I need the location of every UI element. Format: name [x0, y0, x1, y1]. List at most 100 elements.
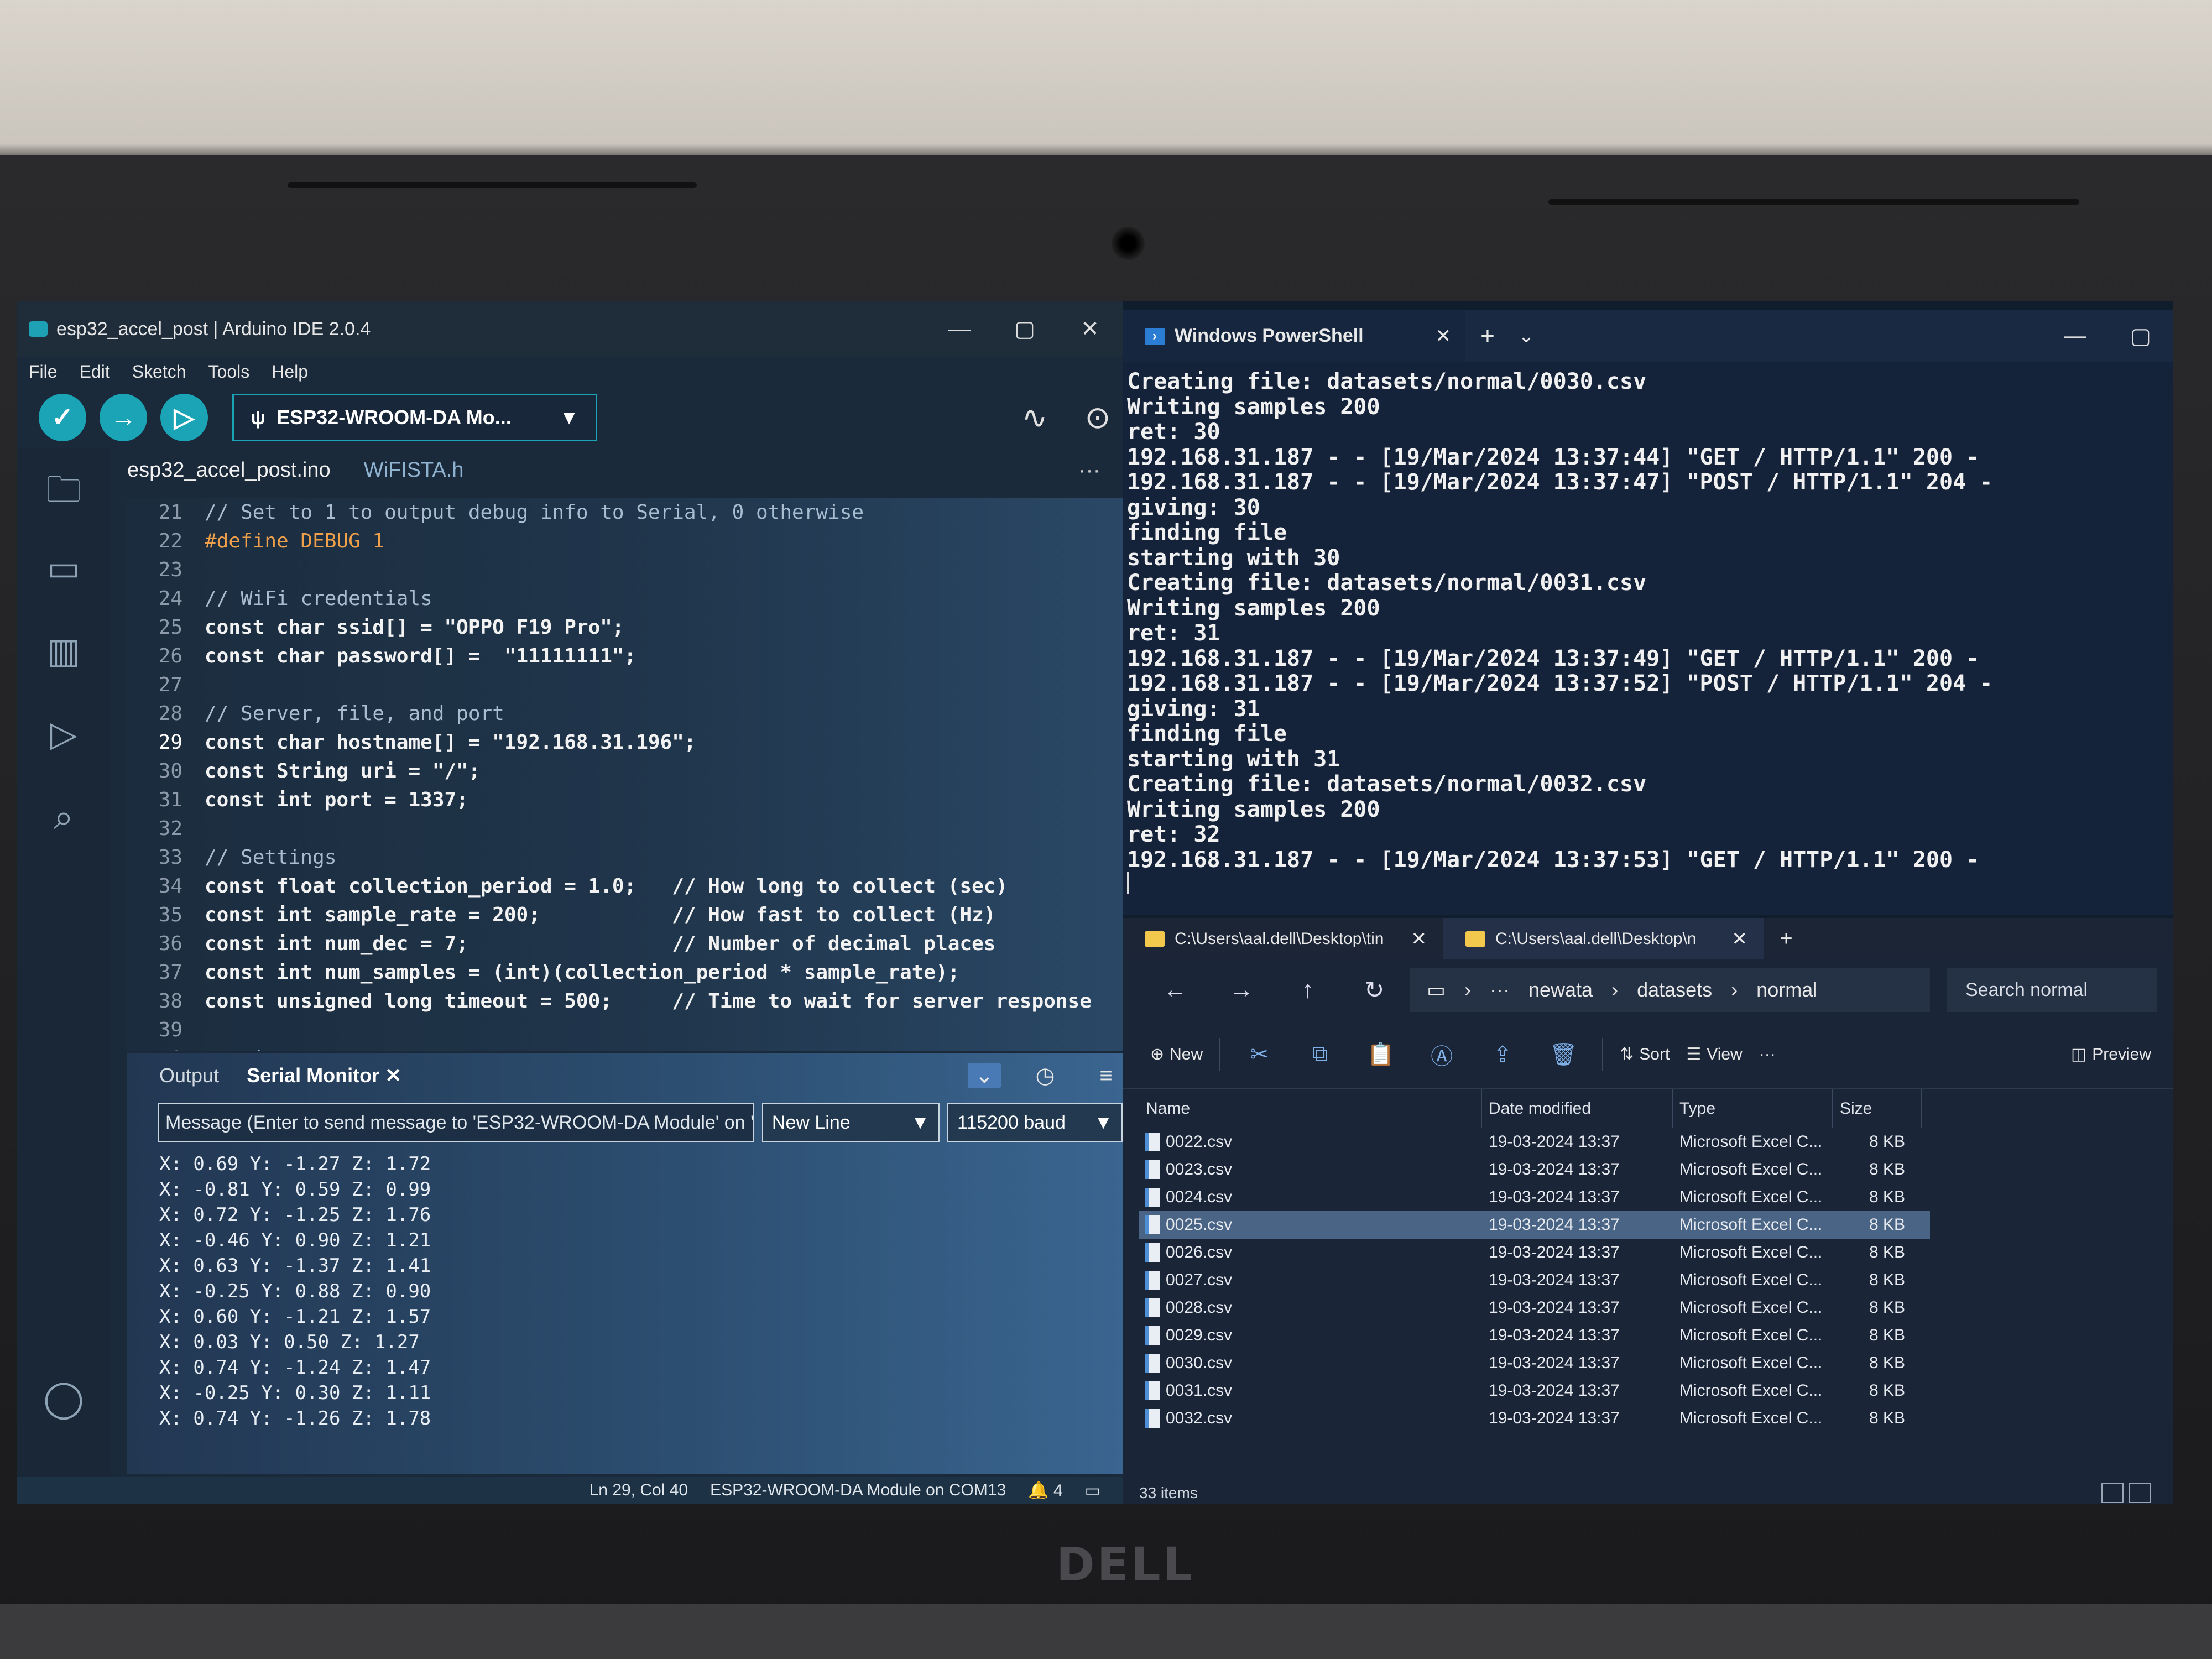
code-line[interactable]: 28 // Server, file, and port: [127, 699, 1123, 728]
file-row[interactable]: 0028.csv 19-03-2024 13:37 Microsoft Excel …: [1139, 1294, 2173, 1322]
close-icon[interactable]: ✕: [1732, 928, 1748, 950]
new-button[interactable]: ⊕ New: [1150, 1045, 1203, 1064]
header-date-modified[interactable]: Date modified: [1482, 1089, 1673, 1128]
boards-manager-icon[interactable]: ▭: [36, 547, 91, 592]
search-icon[interactable]: ⌕: [36, 796, 91, 841]
timestamp-icon[interactable]: ◷: [1029, 1063, 1062, 1088]
upload-button[interactable]: →: [100, 394, 147, 441]
explorer-tab-1[interactable]: C:\Users\aal.dell\Desktop\tin ✕: [1123, 918, 1443, 959]
code-line[interactable]: 32: [127, 814, 1123, 843]
rename-icon[interactable]: Ⓐ: [1420, 1039, 1464, 1071]
breadcrumb-more[interactable]: ···: [1490, 978, 1510, 1001]
header-type[interactable]: Type: [1673, 1089, 1833, 1128]
code-line[interactable]: 35 const int sample_rate = 200; // How fa…: [127, 900, 1123, 929]
up-button[interactable]: ↑: [1277, 976, 1338, 1004]
tab-wifista[interactable]: WiFISTA.h: [364, 458, 464, 482]
menu-file[interactable]: File: [29, 362, 58, 382]
share-icon[interactable]: ⇪: [1480, 1042, 1525, 1067]
code-line[interactable]: 24 // WiFi credentials: [127, 584, 1123, 613]
serial-message-input[interactable]: Message (Enter to send message to 'ESP32…: [158, 1103, 754, 1142]
new-tab-button[interactable]: +: [1764, 926, 1808, 951]
code-line[interactable]: 25 const char ssid[] = "OPPO F19 Pro";: [127, 613, 1123, 641]
clear-output-icon[interactable]: ≡: [1089, 1063, 1123, 1088]
close-icon[interactable]: ✕: [1411, 928, 1427, 950]
header-name[interactable]: Name: [1139, 1089, 1482, 1128]
minimize-button[interactable]: —: [2043, 324, 2108, 348]
line-ending-select[interactable]: New Line ▼: [761, 1103, 940, 1142]
board-selector[interactable]: ψ ESP32-WROOM-DA Mo... ▼: [232, 394, 597, 441]
code-line[interactable]: 29 const char hostname[] = "192.168.31.19…: [127, 728, 1123, 757]
menu-help[interactable]: Help: [272, 362, 308, 382]
code-line[interactable]: 37 const int num_samples = (int)(collecti…: [127, 958, 1123, 987]
view-button[interactable]: ☰ View: [1686, 1045, 1742, 1064]
breadcrumb-datasets[interactable]: datasets: [1637, 978, 1712, 1001]
delete-icon[interactable]: 🗑: [1541, 1041, 1585, 1067]
menu-sketch[interactable]: Sketch: [132, 362, 186, 382]
tab-windows-powershell[interactable]: › Windows PowerShell ✕: [1123, 310, 1465, 362]
file-row[interactable]: 0027.csv 19-03-2024 13:37 Microsoft Excel …: [1139, 1266, 2173, 1294]
breadcrumb-normal[interactable]: normal: [1756, 978, 1817, 1001]
maximize-button[interactable]: ▢: [2108, 324, 2173, 349]
code-line[interactable]: 36 const int num_dec = 7; // Number of de…: [127, 929, 1123, 958]
chevron-down-icon[interactable]: ⌄: [1510, 325, 1543, 347]
file-row[interactable]: 0024.csv 19-03-2024 13:37 Microsoft Excel …: [1139, 1183, 2173, 1211]
code-line[interactable]: 39: [127, 1015, 1123, 1044]
breadcrumb-newata[interactable]: newata: [1528, 978, 1593, 1001]
code-line[interactable]: 23: [127, 555, 1123, 584]
notifications-count[interactable]: 🔔 4: [1028, 1481, 1062, 1500]
verify-button[interactable]: ✓: [39, 394, 86, 441]
sort-button[interactable]: ⇅ Sort: [1620, 1045, 1670, 1064]
board-port-status[interactable]: ESP32-WROOM-DA Module on COM13: [710, 1481, 1006, 1500]
tiles-view-icon[interactable]: [2129, 1483, 2151, 1503]
file-row[interactable]: 0029.csv 19-03-2024 13:37 Microsoft Excel …: [1139, 1322, 2173, 1349]
file-row[interactable]: 0023.csv 19-03-2024 13:37 Microsoft Excel …: [1139, 1156, 2173, 1183]
preview-button[interactable]: ◫ Preview: [2071, 1045, 2151, 1064]
header-size[interactable]: Size: [1833, 1089, 1922, 1128]
file-row[interactable]: 0026.csv 19-03-2024 13:37 Microsoft Excel …: [1139, 1239, 2173, 1266]
maximize-button[interactable]: ▢: [992, 316, 1057, 342]
autoscroll-icon[interactable]: ⌄: [968, 1063, 1001, 1088]
tab-output[interactable]: Output: [159, 1064, 219, 1087]
file-row[interactable]: 0031.csv 19-03-2024 13:37 Microsoft Excel …: [1139, 1377, 2173, 1405]
cut-icon[interactable]: ✂: [1237, 1042, 1281, 1067]
close-button[interactable]: ✕: [1057, 316, 1123, 342]
code-line[interactable]: 27: [127, 670, 1123, 699]
code-line[interactable]: 21 // Set to 1 to output debug info to Se…: [127, 498, 1123, 526]
debug-button[interactable]: ▷: [160, 394, 208, 441]
refresh-button[interactable]: ↻: [1344, 976, 1405, 1004]
baud-rate-select[interactable]: 115200 baud ▼: [947, 1103, 1123, 1142]
close-icon[interactable]: ✕: [1436, 325, 1452, 347]
serial-monitor-icon[interactable]: ⊙: [1073, 399, 1123, 436]
code-line[interactable]: 33 // Settings: [127, 843, 1123, 872]
file-row[interactable]: 0025.csv 19-03-2024 13:37 Microsoft Excel …: [1139, 1211, 1930, 1239]
menu-edit[interactable]: Edit: [80, 362, 110, 382]
sketchbook-folder-icon[interactable]: 🗀: [36, 465, 91, 509]
terminal-output[interactable]: Creating file: datasets/normal/0030.csv W…: [1123, 362, 2173, 900]
forward-button[interactable]: →: [1211, 976, 1272, 1004]
file-row[interactable]: 0032.csv 19-03-2024 13:37 Microsoft Excel …: [1139, 1405, 2173, 1432]
menu-tools[interactable]: Tools: [208, 362, 250, 382]
code-line[interactable]: 34 const float collection_period = 1.0; /…: [127, 872, 1123, 900]
toggle-panel-icon[interactable]: ▭: [1085, 1481, 1100, 1500]
tab-serial-monitor[interactable]: Serial Monitor ✕: [247, 1064, 401, 1087]
close-icon[interactable]: ✕: [385, 1064, 401, 1087]
file-row[interactable]: 0030.csv 19-03-2024 13:37 Microsoft Excel …: [1139, 1349, 2173, 1377]
breadcrumb[interactable]: ▭ › ··· newata › datasets › normal: [1410, 968, 1930, 1012]
search-input[interactable]: Search normal: [1947, 968, 2157, 1012]
back-button[interactable]: ←: [1145, 976, 1206, 1004]
code-line[interactable]: 26 const char password[] = "11111111";: [127, 641, 1123, 670]
paste-icon[interactable]: 📋: [1359, 1041, 1403, 1067]
tab-esp32-accel-post[interactable]: esp32_accel_post.ino: [127, 458, 331, 482]
serial-plotter-icon[interactable]: ∿: [1010, 399, 1060, 436]
explorer-tab-2[interactable]: C:\Users\aal.dell\Desktop\n ✕: [1443, 918, 1764, 959]
more-icon[interactable]: ···: [1078, 458, 1100, 483]
minimize-button[interactable]: —: [927, 317, 992, 342]
code-line[interactable]: 38 const unsigned long timeout = 500; // …: [127, 987, 1123, 1015]
code-editor[interactable]: 21 // Set to 1 to output debug info to Se…: [127, 498, 1123, 1051]
copy-icon[interactable]: ⧉: [1298, 1042, 1342, 1067]
debug-icon[interactable]: ▷: [36, 713, 91, 758]
new-tab-button[interactable]: +: [1465, 322, 1510, 350]
file-row[interactable]: 0022.csv 19-03-2024 13:37 Microsoft Excel …: [1139, 1128, 2173, 1156]
code-line[interactable]: 40// Pins: [127, 1044, 1123, 1051]
code-line[interactable]: 31 const int port = 1337;: [127, 785, 1123, 814]
